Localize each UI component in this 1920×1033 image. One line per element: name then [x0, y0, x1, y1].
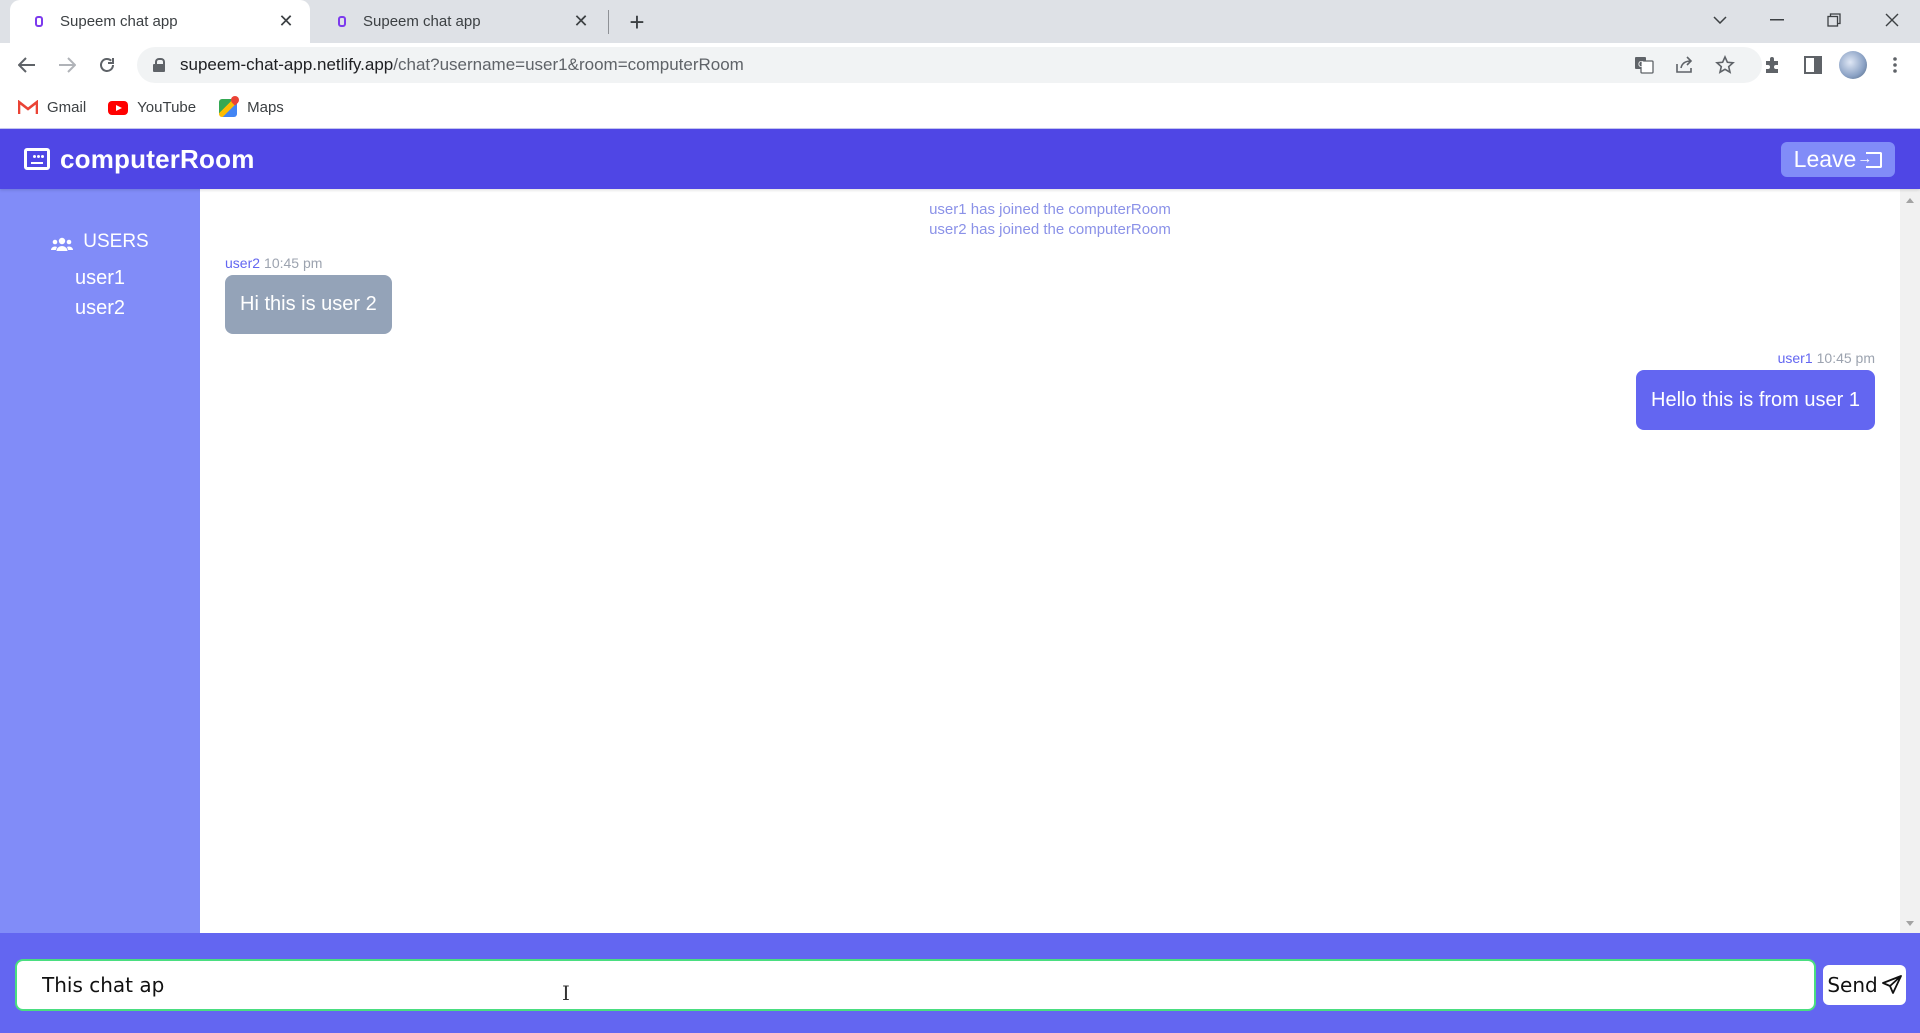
- close-window-icon[interactable]: [1864, 0, 1920, 40]
- users-heading-label: USERS: [83, 231, 149, 252]
- app-favicon-icon: [32, 15, 46, 29]
- minimize-icon[interactable]: [1749, 0, 1805, 40]
- tab-title: Supeem chat app: [363, 13, 481, 30]
- restore-icon[interactable]: [1806, 0, 1862, 40]
- message-time: 10:45 pm: [1816, 350, 1875, 366]
- text-cursor-icon: I: [562, 981, 570, 1005]
- app-favicon-icon: [335, 15, 349, 29]
- scroll-down-icon[interactable]: [1906, 921, 1914, 926]
- message-author: user1: [1777, 350, 1813, 366]
- join-notices: user1 has joined the computerRoom user2 …: [200, 200, 1900, 240]
- browser-tab[interactable]: Supeem chat app ✕: [313, 0, 605, 43]
- logout-icon: [1857, 148, 1883, 170]
- side-panel-icon[interactable]: [1797, 49, 1829, 81]
- url-text: supeem-chat-app.netlify.app/chat?usernam…: [180, 55, 744, 75]
- url-host: supeem-chat-app.netlify.app: [180, 55, 394, 74]
- bookmark-gmail[interactable]: Gmail: [18, 99, 86, 116]
- message-meta: user1 10:45 pm: [1778, 350, 1875, 366]
- bookmark-maps[interactable]: Maps: [218, 98, 284, 117]
- reload-icon[interactable]: [91, 49, 123, 81]
- tab-title: Supeem chat app: [60, 13, 178, 30]
- gmail-icon: [18, 100, 38, 116]
- user-list-item: user1: [74, 267, 126, 289]
- lock-icon: [152, 58, 166, 72]
- bookmarks-bar: Gmail YouTube Maps: [0, 87, 1920, 129]
- profile-avatar[interactable]: [1837, 49, 1869, 81]
- back-icon[interactable]: [11, 49, 43, 81]
- forward-icon[interactable]: [51, 49, 83, 81]
- join-notice: user1 has joined the computerRoom: [929, 201, 1171, 218]
- leave-label: Leave: [1793, 146, 1857, 172]
- browser-tab-active[interactable]: Supeem chat app ✕: [10, 0, 310, 43]
- url-path: /chat?username=user1&room=computerRoom: [393, 55, 744, 74]
- join-notice: user2 has joined the computerRoom: [929, 221, 1171, 238]
- close-tab-icon[interactable]: ✕: [274, 10, 298, 34]
- chat-messages: user1 has joined the computerRoom user2 …: [200, 189, 1900, 933]
- bookmark-label: Maps: [247, 99, 284, 116]
- users-heading: USERS: [0, 231, 200, 253]
- room-title: computerRoom: [60, 143, 255, 174]
- browser-toolbar: supeem-chat-app.netlify.app/chat?usernam…: [0, 43, 1920, 87]
- message-bubble-sent: Hello this is from user 1: [1636, 370, 1875, 430]
- message-input[interactable]: [15, 959, 1816, 1011]
- bookmark-label: YouTube: [137, 99, 197, 116]
- chat-scrollbar[interactable]: [1900, 189, 1920, 933]
- leave-button[interactable]: Leave: [1781, 142, 1895, 177]
- more-menu-icon[interactable]: [1879, 49, 1911, 81]
- new-tab-button[interactable]: +: [622, 7, 652, 37]
- extensions-icon[interactable]: [1757, 49, 1789, 81]
- share-icon[interactable]: [1673, 53, 1697, 77]
- users-sidebar: USERS user1 user2: [0, 189, 200, 933]
- message-time: 10:45 pm: [264, 255, 323, 271]
- message-composer: Send: [0, 933, 1920, 1033]
- maps-icon: [218, 98, 238, 117]
- bookmark-star-icon[interactable]: [1713, 53, 1737, 77]
- user-list-item: user2: [74, 297, 126, 319]
- message-meta: user2 10:45 pm: [225, 255, 322, 271]
- translate-icon[interactable]: G: [1632, 53, 1656, 77]
- chat-header: computerRoom Leave: [0, 129, 1920, 189]
- tab-search-icon[interactable]: [1692, 0, 1748, 40]
- browser-tab-strip: Supeem chat app ✕ Supeem chat app ✕ +: [0, 0, 1920, 43]
- message-author: user2: [225, 255, 261, 271]
- users-icon: [51, 235, 74, 251]
- room-icon: [24, 148, 50, 170]
- scroll-up-icon[interactable]: [1906, 198, 1914, 203]
- bookmark-label: Gmail: [47, 99, 87, 116]
- send-button[interactable]: Send: [1823, 965, 1906, 1005]
- bookmark-youtube[interactable]: YouTube: [108, 99, 196, 116]
- tab-divider: [608, 10, 609, 34]
- close-tab-icon[interactable]: ✕: [569, 10, 593, 34]
- youtube-icon: [108, 100, 129, 116]
- paper-plane-icon: [1881, 975, 1902, 994]
- send-label: Send: [1827, 973, 1878, 997]
- address-bar[interactable]: supeem-chat-app.netlify.app/chat?usernam…: [137, 47, 1762, 83]
- message-bubble-received: Hi this is user 2: [225, 275, 392, 334]
- svg-text:G: G: [1638, 60, 1644, 69]
